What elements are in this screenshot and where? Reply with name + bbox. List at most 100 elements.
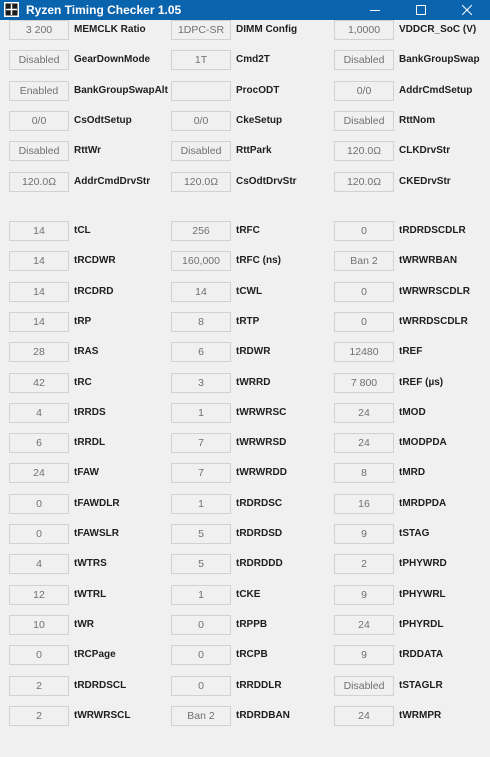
trfc-ns-value-box[interactable]: 160,000 [171,251,231,271]
addrcmddrvstr-value-box[interactable]: 120.0Ω [9,172,69,192]
trrdl-value-box[interactable]: 6 [9,433,69,453]
trrddlr-value-box[interactable]: 0 [171,676,231,696]
trcdrd-label: tRCDRD [74,286,114,297]
trppb-label: tRPPB [236,619,268,630]
csodtsetup-value-box[interactable]: 0/0 [9,111,69,131]
timings-panel: 3 200 MEMCLK Ratio 1DPC-SR DIMM Config 1,000… [0,20,490,757]
minimize-button[interactable] [352,0,398,20]
trdrdsd-label: tRDRDSD [236,528,283,539]
trcdwr-value-box[interactable]: 14 [9,251,69,271]
tcke-value-box[interactable]: 1 [171,585,231,605]
tmrd-value-box[interactable]: 8 [334,463,394,483]
trtp-value-box[interactable]: 8 [171,312,231,332]
trdwr-value-box[interactable]: 6 [171,342,231,362]
trp-value-box[interactable]: 14 [9,312,69,332]
tfaw-value-box[interactable]: 24 [9,463,69,483]
trdrdsc-value-box[interactable]: 1 [171,494,231,514]
twrwrscl-value-box[interactable]: 2 [9,706,69,726]
tmod-label: tMOD [399,407,426,418]
cmd2t-value-box[interactable]: 1T [171,50,231,70]
trdrdban-label: tRDRDBAN [236,710,290,721]
geardownmode-value-box[interactable]: Disabled [9,50,69,70]
trrds-value-box[interactable]: 4 [9,403,69,423]
ckesetup-value-box[interactable]: 0/0 [171,111,231,131]
tmrdpda-value-box[interactable]: 16 [334,494,394,514]
clkdrvstr-value-box[interactable]: 120.0Ω [334,141,394,161]
tcwl-value-box[interactable]: 14 [171,282,231,302]
tfawslr-value-box[interactable]: 0 [9,524,69,544]
twr-value-box[interactable]: 10 [9,615,69,635]
tfawslr-label: tFAWSLR [74,528,119,539]
twtrl-value-box[interactable]: 12 [9,585,69,605]
title-bar[interactable]: Ryzen Timing Checker 1.05 [0,0,490,20]
tstaglr-value-box[interactable]: Disabled [334,676,394,696]
rttpark-label: RttPark [236,145,272,156]
tref-label: tREF [399,346,423,357]
trppb-value-box[interactable]: 0 [171,615,231,635]
rttpark-value-box[interactable]: Disabled [171,141,231,161]
twrwrsd-value-box[interactable]: 7 [171,433,231,453]
tphywrd-label: tPHYWRD [399,558,447,569]
clkdrvstr-label: CLKDrvStr [399,145,451,156]
twrrdscdlr-label: tWRRDSCDLR [399,316,468,327]
twrrd-label: tWRRD [236,377,271,388]
trdrddd-value-box[interactable]: 5 [171,554,231,574]
trfc-ns-label: tRFC (ns) [236,255,281,266]
twrwrscdlr-value-box[interactable]: 0 [334,282,394,302]
tphywrd-value-box[interactable]: 2 [334,554,394,574]
tmodpda-value-box[interactable]: 24 [334,433,394,453]
trcpb-label: tRCPB [236,649,268,660]
memclk-ratio-label: MEMCLK Ratio [74,24,146,35]
close-button[interactable] [444,0,490,20]
trdrdscl-value-box[interactable]: 2 [9,676,69,696]
twtrs-value-box[interactable]: 4 [9,554,69,574]
twrwrdd-value-box[interactable]: 7 [171,463,231,483]
dimm-config-value-box[interactable]: 1DPC-SR [171,20,231,40]
twrwrsd-label: tWRWRSD [236,437,287,448]
csodtdrvstr-value-box[interactable]: 120.0Ω [171,172,231,192]
window-title: Ryzen Timing Checker 1.05 [26,3,182,17]
tref-value-box[interactable]: 12480 [334,342,394,362]
tmod-value-box[interactable]: 24 [334,403,394,423]
twrwrscl-label: tWRWRSCL [74,710,131,721]
trcdrd-value-box[interactable]: 14 [9,282,69,302]
tfawdlr-value-box[interactable]: 0 [9,494,69,514]
close-icon [462,5,472,15]
rttnom-value-box[interactable]: Disabled [334,111,394,131]
tphywrl-value-box[interactable]: 9 [334,585,394,605]
addrcmdsetup-value-box[interactable]: 0/0 [334,81,394,101]
trrddlr-label: tRRDDLR [236,680,282,691]
trc-value-box[interactable]: 42 [9,373,69,393]
trcpage-label: tRCPage [74,649,116,660]
tphywrl-label: tPHYWRL [399,589,446,600]
tcl-value-box[interactable]: 14 [9,221,69,241]
trdrdsd-value-box[interactable]: 5 [171,524,231,544]
tstag-value-box[interactable]: 9 [334,524,394,544]
vddcr-soc-v-value-box[interactable]: 1,0000 [334,20,394,40]
tref-s-value-box[interactable]: 7 800 [334,373,394,393]
tphyrdl-value-box[interactable]: 24 [334,615,394,635]
tras-value-box[interactable]: 28 [9,342,69,362]
twrmpr-value-box[interactable]: 24 [334,706,394,726]
procodt-value-box[interactable] [171,81,231,101]
vddcr-soc-v-label: VDDCR_SoC (V) [399,24,477,35]
twrwrsc-value-box[interactable]: 1 [171,403,231,423]
memclk-ratio-value-box[interactable]: 3 200 [9,20,69,40]
trcpage-value-box[interactable]: 0 [9,645,69,665]
maximize-button[interactable] [398,0,444,20]
twrrd-value-box[interactable]: 3 [171,373,231,393]
bankgroupswapalt-value-box[interactable]: Enabled [9,81,69,101]
rttwr-value-box[interactable]: Disabled [9,141,69,161]
trdrdban-value-box[interactable]: Ban 2 [171,706,231,726]
twrrdscdlr-value-box[interactable]: 0 [334,312,394,332]
trcpb-value-box[interactable]: 0 [171,645,231,665]
bankgroupswap-value-box[interactable]: Disabled [334,50,394,70]
trdrdscdlr-value-box[interactable]: 0 [334,221,394,241]
twrwrban-value-box[interactable]: Ban 2 [334,251,394,271]
trrds-label: tRRDS [74,407,106,418]
tcke-label: tCKE [236,589,261,600]
trfc-value-box[interactable]: 256 [171,221,231,241]
trddata-value-box[interactable]: 9 [334,645,394,665]
rttwr-label: RttWr [74,145,102,156]
ckedrvstr-value-box[interactable]: 120.0Ω [334,172,394,192]
